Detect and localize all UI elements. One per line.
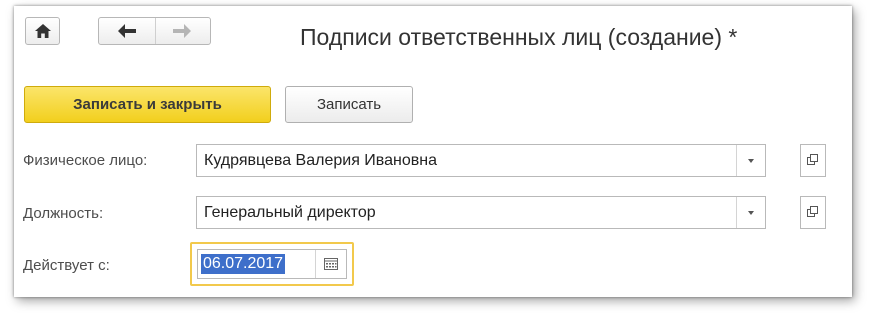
save-and-close-button[interactable]: Записать и закрыть [24,86,271,123]
position-field[interactable]: Генеральный директор [196,196,766,229]
dropdown-icon[interactable] [736,145,765,176]
position-open-button[interactable] [800,196,826,229]
home-icon [35,24,51,38]
forward-button[interactable] [156,18,210,44]
position-value: Генеральный директор [204,204,376,221]
forward-arrow-icon [173,24,191,38]
valid-from-date-input[interactable]: 06.07.2017 [197,249,347,279]
save-button[interactable]: Записать [285,86,413,123]
person-open-button[interactable] [800,144,826,177]
calendar-icon [324,258,338,270]
person-label: Физическое лицо: [23,152,148,169]
person-value: Кудрявцева Валерия Ивановна [204,152,437,169]
open-icon [807,154,818,165]
date-focus-frame: 06.07.2017 [190,242,354,286]
dropdown-icon[interactable] [736,197,765,228]
calendar-button[interactable] [315,250,346,278]
form-window: Подписи ответственных лиц (создание) * З… [14,6,852,297]
position-label: Должность: [23,205,104,222]
person-field[interactable]: Кудрявцева Валерия Ивановна [196,144,766,177]
valid-from-value: 06.07.2017 [201,254,286,274]
back-arrow-icon [118,24,136,38]
back-button[interactable] [99,18,155,44]
history-nav-group [98,17,211,45]
home-button[interactable] [25,17,60,45]
open-icon [807,206,818,217]
window-title: Подписи ответственных лиц (создание) * [300,24,738,50]
valid-from-label: Действует с: [23,257,110,274]
